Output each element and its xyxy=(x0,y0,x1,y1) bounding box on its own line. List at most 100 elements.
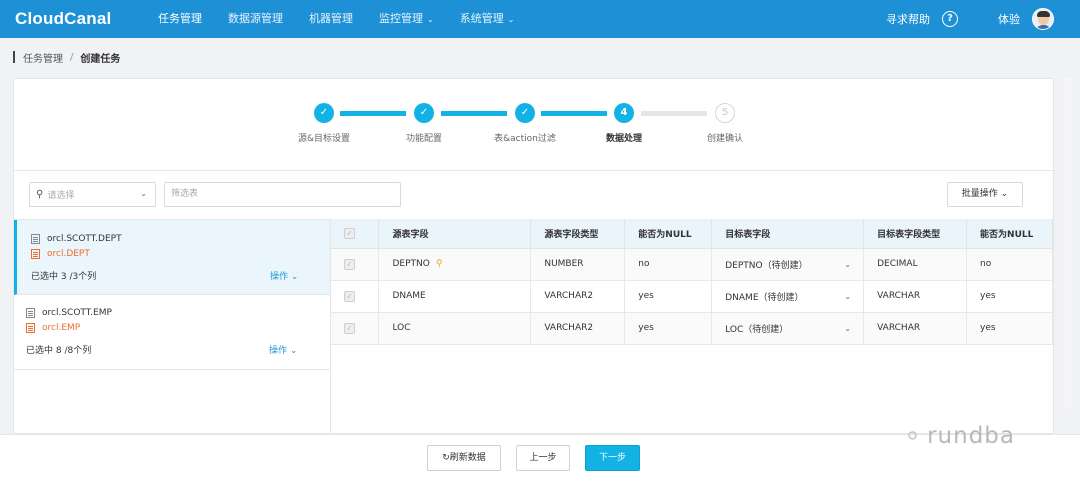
next-step-button[interactable]: 下一步 xyxy=(585,445,640,471)
source-table-name: orcl.SCOTT.EMP xyxy=(42,308,112,318)
chevron-down-icon: ⌄ xyxy=(844,323,852,333)
previous-step-button[interactable]: 上一步 xyxy=(516,445,570,471)
table-header-row: ✓ 源表字段 源表字段类型 能否为NULL 目标表字段 目标表字段类型 能否为N… xyxy=(331,219,1053,249)
select-all-checkbox[interactable]: ✓ xyxy=(344,227,355,239)
column-header: 目标表字段类型 xyxy=(863,219,968,249)
step-connector xyxy=(340,111,406,116)
wechat-icon: ⚪ xyxy=(905,425,922,447)
refresh-data-button[interactable]: ↻刷新数据 xyxy=(427,445,501,471)
source-column-cell: LOC xyxy=(378,312,532,345)
chevron-down-icon: ⌄ xyxy=(844,291,852,301)
breadcrumb-parent[interactable]: 任务管理 xyxy=(23,50,63,65)
column-header: 能否为NULL xyxy=(966,219,1053,249)
step-5-label: 创建确认 xyxy=(706,134,743,144)
nav-task-management[interactable]: 任务管理 xyxy=(145,0,215,38)
avatar[interactable] xyxy=(1032,8,1054,30)
header-actions: 寻求帮助 ? 体验 xyxy=(886,0,1080,38)
chevron-down-icon: ⌄ xyxy=(844,259,852,269)
user-name[interactable]: 体验 xyxy=(998,11,1020,27)
nav-datasource-management[interactable]: 数据源管理 xyxy=(215,0,296,38)
source-type-cell: VARCHAR2 xyxy=(530,312,626,345)
target-table: orcl.EMP xyxy=(26,323,80,333)
column-header: 能否为NULL xyxy=(624,219,713,249)
row-checkbox[interactable]: ✓ xyxy=(344,258,355,270)
target-null-cell: yes xyxy=(966,280,1053,313)
table-icon xyxy=(26,308,35,318)
row-checkbox[interactable]: ✓ xyxy=(344,322,355,334)
chevron-down-icon: ⌄ xyxy=(289,346,298,356)
target-column-name: LOC（待创建） xyxy=(725,324,789,335)
nav-system-management[interactable]: 系统管理 ⌄ xyxy=(447,0,528,38)
source-column-cell: DEPTNO ⚲ xyxy=(378,248,532,281)
chevron-down-icon: ⌄ xyxy=(507,15,515,24)
schema-select[interactable]: ⚲ 请选择 ⌄ xyxy=(29,182,156,207)
step-connector xyxy=(541,111,607,116)
avatar-body xyxy=(1035,25,1052,29)
chevron-down-icon: ⌄ xyxy=(427,15,434,24)
target-type-cell: VARCHAR xyxy=(863,280,968,313)
chevron-down-icon: ⌄ xyxy=(140,189,147,198)
watermark-text: rundba xyxy=(927,423,1015,449)
column-header: 源表字段类型 xyxy=(530,219,626,249)
column-header: 源表字段 xyxy=(378,219,532,249)
breadcrumb-current: 创建任务 xyxy=(80,53,121,65)
cloudcanal-logo[interactable]: CloudCanal xyxy=(15,9,145,29)
create-task-card: ✓ 源&目标设置 ✓ 功能配置 ✓ 表&action过滤 4 数据处理 5 创建… xyxy=(13,78,1055,435)
target-column-select[interactable]: DEPTNO（待创建） ⌄ xyxy=(711,248,865,281)
table-list: orcl.SCOTT.DEPT orcl.DEPT 已选中 3 /3个列 操作 … xyxy=(14,219,331,435)
source-table: orcl.SCOTT.EMP xyxy=(26,308,112,318)
table-list-item[interactable]: orcl.SCOTT.EMP orcl.EMP 已选中 8 /8个列 操作 ⌄ xyxy=(14,295,330,370)
table-filter-input[interactable]: 筛选表 xyxy=(164,182,401,207)
target-table-name: orcl.DEPT xyxy=(47,249,90,259)
table-row: ✓ DNAME VARCHAR2 yes DNAME（待创建） ⌄ VARCHAR… xyxy=(331,280,1053,313)
source-null-cell: yes xyxy=(624,280,713,313)
watermark: ⚪ rundba xyxy=(905,423,1015,449)
table-new-icon xyxy=(31,249,40,259)
source-null-cell: no xyxy=(624,248,713,281)
target-type-cell: VARCHAR xyxy=(863,312,968,345)
refresh-icon: ↻ xyxy=(442,453,450,463)
step-connector xyxy=(441,111,507,116)
table-operation-dropdown[interactable]: 操作 ⌄ xyxy=(270,269,298,282)
source-column-name: DEPTNO xyxy=(392,259,430,269)
step-3-label: 表&action过滤 xyxy=(494,134,556,144)
selected-column-count: 已选中 8 /8个列 xyxy=(26,346,92,356)
table-list-item[interactable]: orcl.SCOTT.DEPT orcl.DEPT 已选中 3 /3个列 操作 … xyxy=(14,220,330,295)
page-scrollbar[interactable] xyxy=(1064,78,1072,408)
chevron-down-icon: ⌄ xyxy=(1000,189,1009,199)
main-nav: 任务管理 数据源管理 机器管理 监控管理 ⌄ 系统管理 ⌄ xyxy=(145,0,527,38)
step-3-check-icon: ✓ xyxy=(515,103,535,123)
target-type-cell: DECIMAL xyxy=(863,248,968,281)
target-column-select[interactable]: DNAME（待创建） ⌄ xyxy=(711,280,865,313)
step-1-check-icon: ✓ xyxy=(314,103,334,123)
target-table: orcl.DEPT xyxy=(31,249,90,259)
source-null-cell: yes xyxy=(624,312,713,345)
nav-machine-management[interactable]: 机器管理 xyxy=(296,0,366,38)
step-2-check-icon: ✓ xyxy=(414,103,434,123)
chevron-down-icon: ⌄ xyxy=(290,272,299,282)
nav-monitor-management[interactable]: 监控管理 ⌄ xyxy=(366,0,447,38)
target-null-cell: no xyxy=(966,248,1053,281)
step-2-label: 功能配置 xyxy=(405,134,442,144)
table-row: ✓ LOC VARCHAR2 yes LOC（待创建） ⌄ VARCHAR yes xyxy=(331,312,1053,345)
table-row: ✓ DEPTNO ⚲ NUMBER no DEPTNO（待创建） ⌄ DECIMAL… xyxy=(331,248,1053,281)
target-column-select[interactable]: LOC（待创建） ⌄ xyxy=(711,312,865,345)
row-select-cell: ✓ xyxy=(331,312,380,345)
avatar-hair xyxy=(1037,11,1050,17)
top-nav-bar: CloudCanal 任务管理 数据源管理 机器管理 监控管理 ⌄ 系统管理 ⌄ 寻… xyxy=(0,0,1080,38)
batch-operation-button[interactable]: 批量操作 ⌄ xyxy=(947,182,1023,207)
primary-key-icon: ⚲ xyxy=(435,259,443,269)
target-column-name: DEPTNO（待创建） xyxy=(725,260,808,271)
target-null-cell: yes xyxy=(966,312,1053,345)
source-type-cell: VARCHAR2 xyxy=(530,280,626,313)
table-new-icon xyxy=(26,323,35,333)
question-circle-icon[interactable]: ? xyxy=(942,11,958,27)
source-column-cell: DNAME xyxy=(378,280,532,313)
source-table-name: orcl.SCOTT.DEPT xyxy=(47,234,122,244)
breadcrumb: 任务管理 / 创建任务 xyxy=(13,50,121,65)
help-link[interactable]: 寻求帮助 xyxy=(886,11,930,27)
row-checkbox[interactable]: ✓ xyxy=(344,290,355,302)
source-type-cell: NUMBER xyxy=(530,248,626,281)
row-select-cell: ✓ xyxy=(331,280,380,313)
table-operation-dropdown[interactable]: 操作 ⌄ xyxy=(269,343,297,356)
